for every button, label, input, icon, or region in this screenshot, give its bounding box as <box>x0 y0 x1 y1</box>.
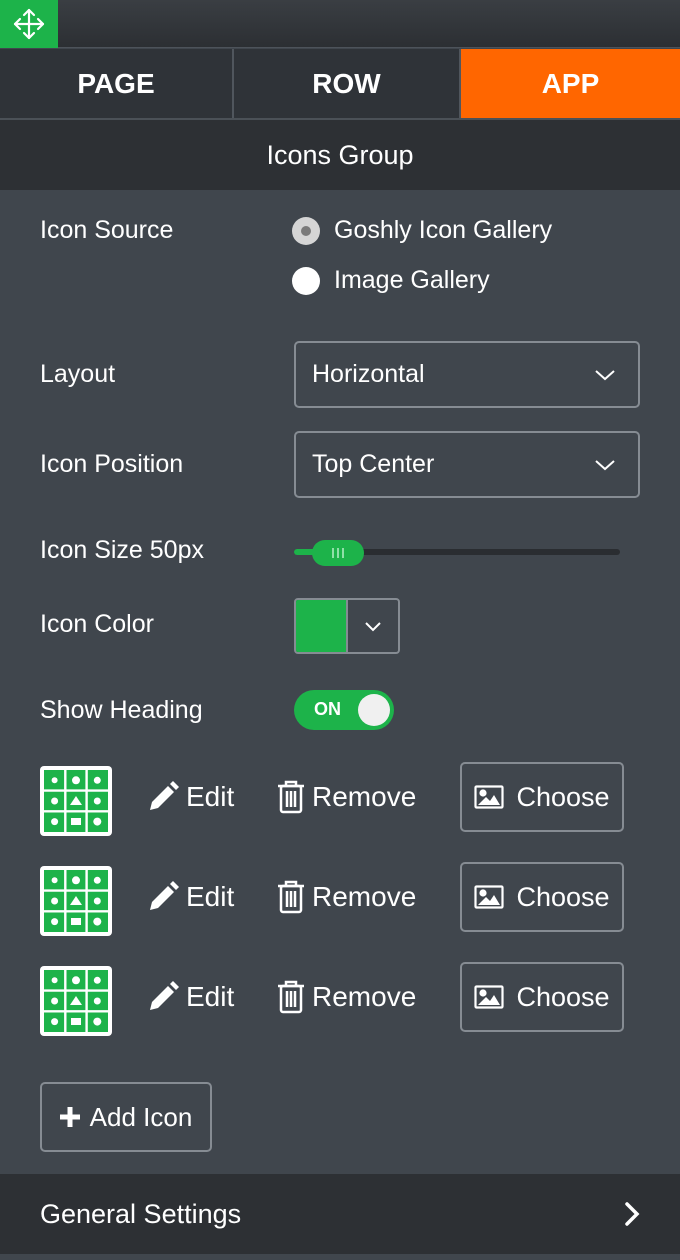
choose-label: Choose <box>516 781 610 812</box>
toggle-knob <box>358 694 390 726</box>
general-settings-row[interactable]: General Settings <box>0 1174 680 1254</box>
remove-label: Remove <box>312 781 417 812</box>
tab-bar: PAGE ROW APP <box>0 49 680 118</box>
pencil-icon <box>150 881 179 910</box>
pencil-icon <box>150 981 179 1010</box>
edit-label: Edit <box>186 881 235 912</box>
remove-icon-button[interactable]: Remove <box>276 880 416 914</box>
show-heading-label: Show Heading <box>40 696 203 724</box>
edit-label: Edit <box>186 781 235 812</box>
remove-label: Remove <box>312 881 417 912</box>
icon-size-slider-handle[interactable] <box>312 540 364 566</box>
icon-item-row: Edit Remove Choose <box>0 862 680 938</box>
radio-button-unchecked[interactable] <box>292 266 320 295</box>
choose-image-button[interactable]: Choose <box>460 862 624 932</box>
chevron-down-icon <box>365 621 381 631</box>
move-handle-icon[interactable] <box>0 0 58 48</box>
radio-label: Image Gallery <box>334 266 490 294</box>
icon-item-row: Edit Remove Choose <box>0 762 680 838</box>
chevron-right-icon <box>625 1202 640 1226</box>
add-icon-label: Add Icon <box>89 1101 193 1132</box>
choose-image-button[interactable]: Choose <box>460 762 624 832</box>
choose-image-button[interactable]: Choose <box>460 962 624 1032</box>
color-dropdown-arrow[interactable] <box>348 600 398 652</box>
remove-icon-button[interactable]: Remove <box>276 780 416 814</box>
chevron-down-icon <box>595 369 615 380</box>
layout-label: Layout <box>40 360 116 388</box>
choose-label: Choose <box>516 981 610 1012</box>
general-settings-label: General Settings <box>40 1198 242 1229</box>
show-heading-toggle[interactable]: ON <box>294 690 394 730</box>
radio-label: Goshly Icon Gallery <box>334 216 553 244</box>
section-title-text: Icons Group <box>266 139 414 170</box>
trash-icon <box>278 880 304 914</box>
top-bar <box>0 0 680 48</box>
radio-goshly-icon-gallery[interactable]: Goshly Icon Gallery <box>292 216 552 245</box>
trash-icon <box>278 780 304 814</box>
chevron-down-icon <box>595 459 615 470</box>
icon-item-row: Edit Remove Choose <box>0 962 680 1038</box>
edit-icon-button[interactable]: Edit <box>146 980 234 1014</box>
image-icon <box>474 985 505 1009</box>
icon-color-picker[interactable] <box>294 598 400 654</box>
remove-label: Remove <box>312 981 417 1012</box>
icon-position-select-value: Top Center <box>312 450 435 478</box>
layout-select-value: Horizontal <box>312 360 425 388</box>
icon-position-label: Icon Position <box>40 450 184 478</box>
choose-label: Choose <box>516 881 610 912</box>
edit-label: Edit <box>186 981 235 1012</box>
add-icon-button[interactable]: Add Icon <box>40 1082 212 1152</box>
tab-app[interactable]: APP <box>461 49 680 118</box>
icon-source-label: Icon Source <box>40 216 174 244</box>
remove-icon-button[interactable]: Remove <box>276 980 416 1014</box>
icon-position-select[interactable]: Top Center <box>294 431 640 498</box>
radio-button-checked[interactable] <box>292 216 320 245</box>
image-icon <box>474 785 505 809</box>
icon-size-label: Icon Size 50px <box>40 536 204 564</box>
toggle-state-text: ON <box>314 699 341 719</box>
radio-image-gallery[interactable]: Image Gallery <box>292 266 490 295</box>
tab-row[interactable]: ROW <box>234 49 461 118</box>
edit-icon-button[interactable]: Edit <box>146 880 234 914</box>
plus-icon <box>59 1107 80 1127</box>
section-title: Icons Group <box>0 118 680 190</box>
icon-gallery-thumbnail <box>40 766 112 836</box>
trash-icon <box>278 980 304 1014</box>
tab-page[interactable]: PAGE <box>0 49 234 118</box>
pencil-icon <box>150 781 179 810</box>
icon-gallery-thumbnail <box>40 966 112 1036</box>
layout-select[interactable]: Horizontal <box>294 341 640 408</box>
edit-icon-button[interactable]: Edit <box>146 780 234 814</box>
image-icon <box>474 885 505 909</box>
color-swatch[interactable] <box>296 600 348 652</box>
icon-gallery-thumbnail <box>40 866 112 936</box>
icon-color-label: Icon Color <box>40 610 154 638</box>
